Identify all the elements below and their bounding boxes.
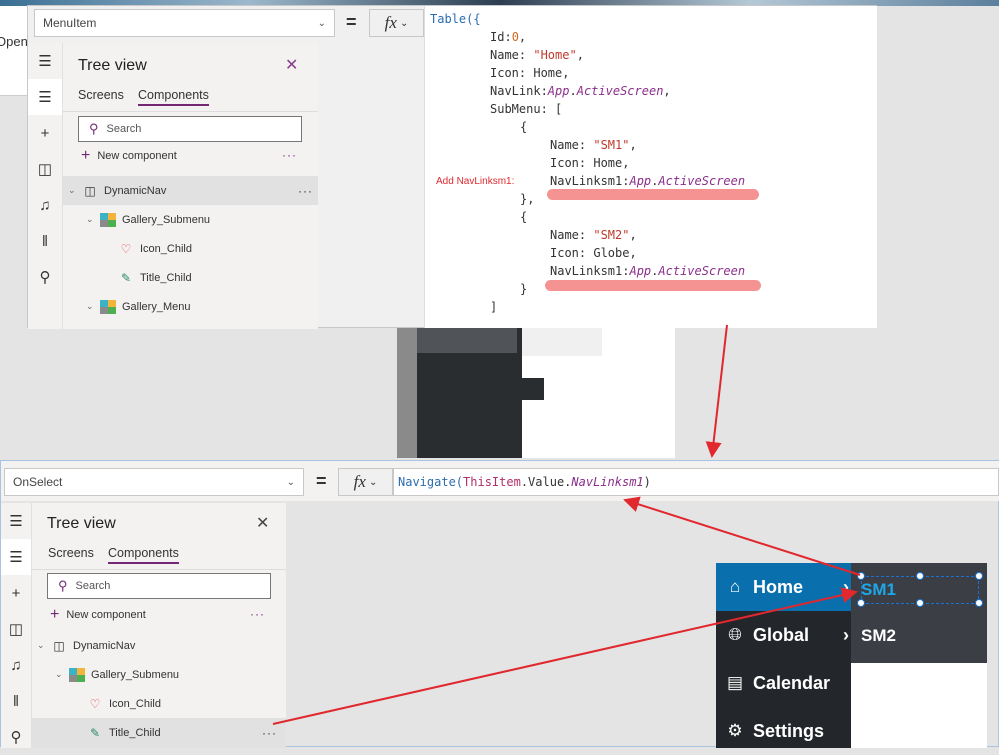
arrow-titlechild-to-sm1 [272,587,858,725]
arrow-code-to-formula [705,324,728,458]
annotation-arrows [272,324,861,725]
arrow-sm1-to-formula [623,496,861,576]
